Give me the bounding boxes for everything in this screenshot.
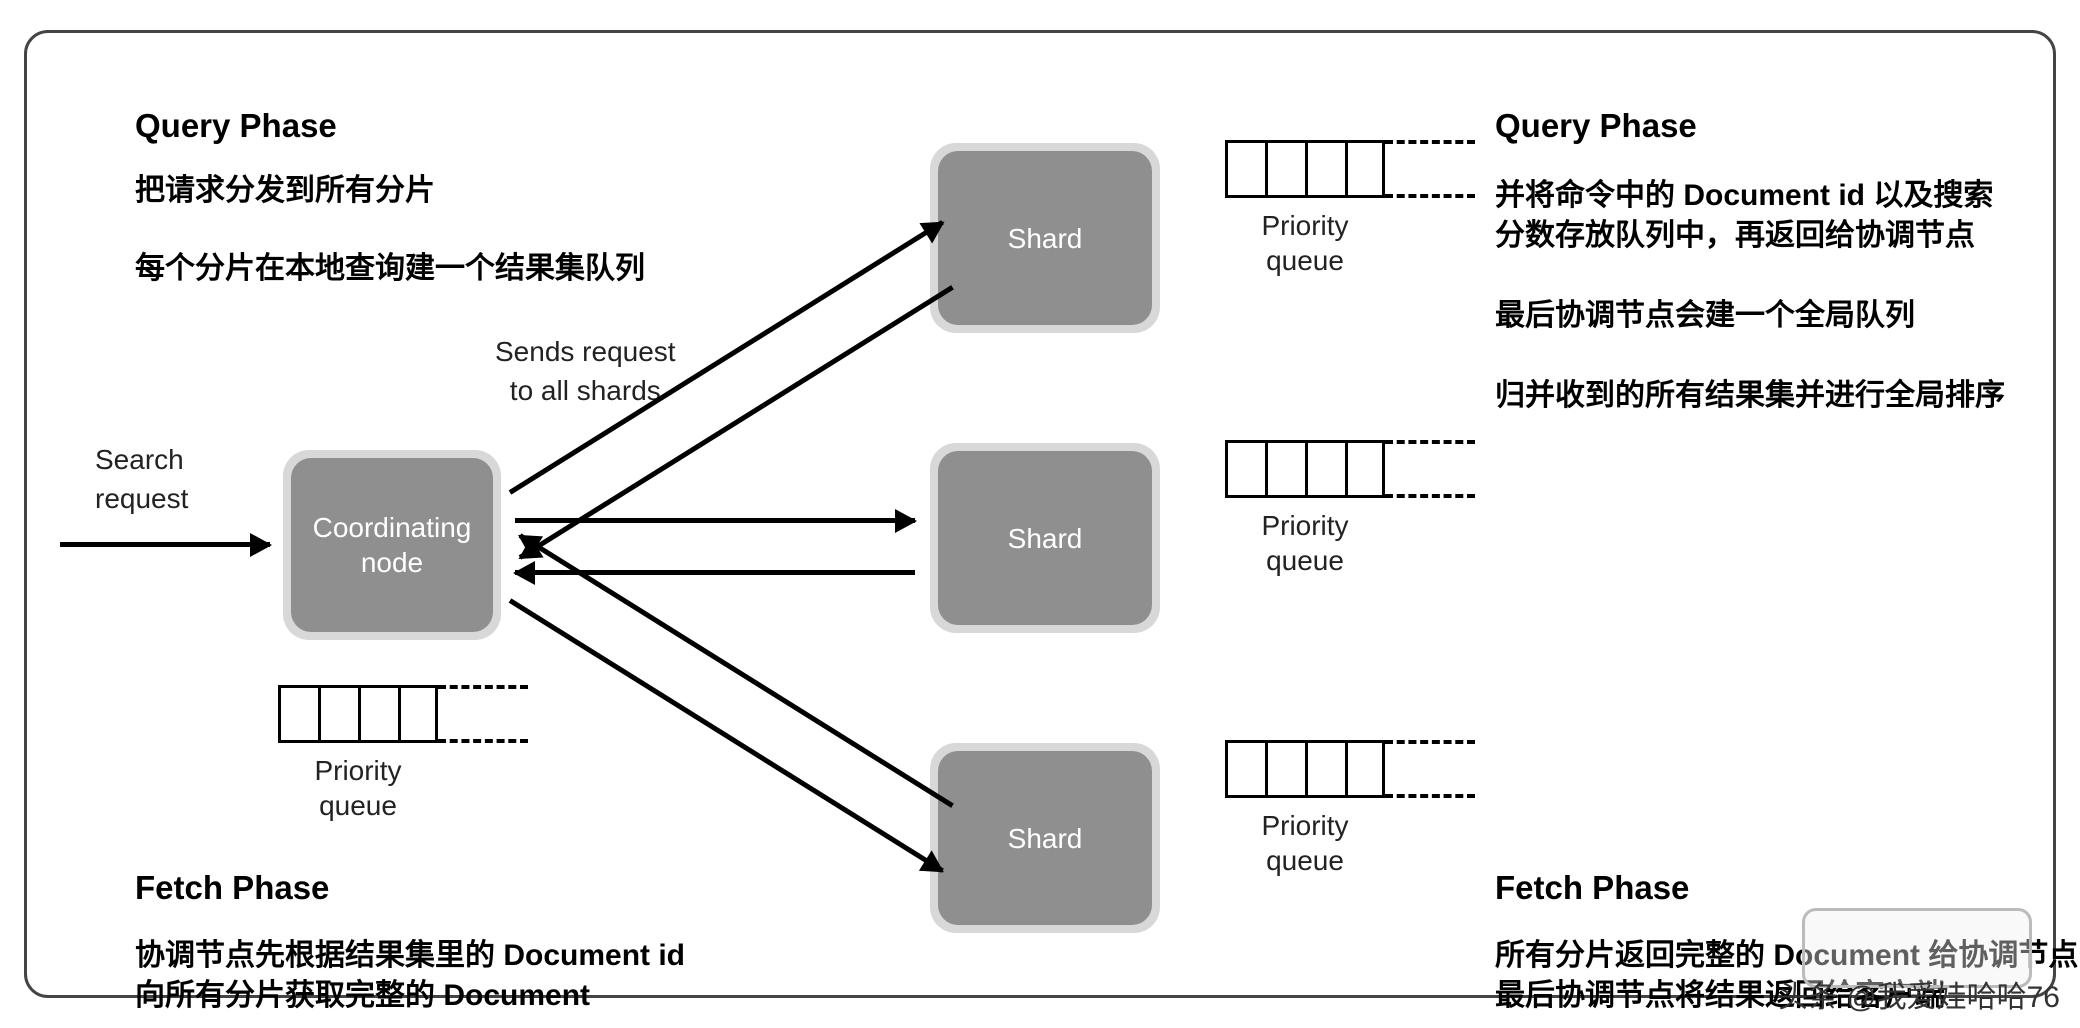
arrow-search-request bbox=[60, 542, 270, 547]
left-query-line2: 每个分片在本地查询建一个结果集队列 bbox=[135, 248, 645, 290]
left-fetch-line2: 向所有分片获取完整的 Document bbox=[135, 975, 590, 1017]
shard-node-2-label: Shard bbox=[938, 451, 1152, 625]
right-query-line2: 分数存放队列中，再返回给协调节点 bbox=[1495, 215, 1975, 257]
right-fetch-phase-heading: Fetch Phase bbox=[1495, 865, 1689, 911]
left-query-line1: 把请求分发到所有分片 bbox=[135, 170, 435, 212]
priority-queue-shard3: Priority queue bbox=[1225, 740, 1385, 878]
priority-queue-shard2: Priority queue bbox=[1225, 440, 1385, 578]
right-query-line3: 最后协调节点会建一个全局队列 bbox=[1495, 295, 1915, 337]
priority-queue-shard1: Priority queue bbox=[1225, 140, 1385, 278]
priority-queue-shard1-label: Priority queue bbox=[1225, 208, 1385, 278]
right-query-line4: 归并收到的所有结果集并进行全局排序 bbox=[1495, 375, 2005, 417]
search-request-label: Search request bbox=[95, 440, 188, 518]
arrow-to-shard2 bbox=[515, 518, 915, 523]
left-fetch-phase-heading: Fetch Phase bbox=[135, 865, 329, 911]
left-query-phase-heading: Query Phase bbox=[135, 103, 337, 149]
shard-node-2: Shard bbox=[930, 443, 1160, 633]
priority-queue-coord-label: Priority queue bbox=[278, 753, 438, 823]
shard-node-1: Shard bbox=[930, 143, 1160, 333]
coordinating-node: Coordinating node bbox=[283, 450, 501, 640]
watermark-text: 头条 @我爱娃哈哈76 bbox=[1778, 972, 2060, 1016]
sends-request-label: Sends request to all shards bbox=[495, 332, 676, 410]
left-fetch-line1: 协调节点先根据结果集里的 Document id bbox=[135, 935, 685, 977]
coordinating-node-label: Coordinating node bbox=[291, 458, 493, 632]
shard-node-3-label: Shard bbox=[938, 751, 1152, 925]
right-query-phase-heading: Query Phase bbox=[1495, 103, 1697, 149]
shard-node-1-label: Shard bbox=[938, 151, 1152, 325]
shard-node-3: Shard bbox=[930, 743, 1160, 933]
priority-queue-shard2-label: Priority queue bbox=[1225, 508, 1385, 578]
priority-queue-shard3-label: Priority queue bbox=[1225, 808, 1385, 878]
priority-queue-coord: Priority queue bbox=[278, 685, 438, 823]
right-query-line1: 并将命令中的 Document id 以及搜索 bbox=[1495, 175, 1993, 217]
